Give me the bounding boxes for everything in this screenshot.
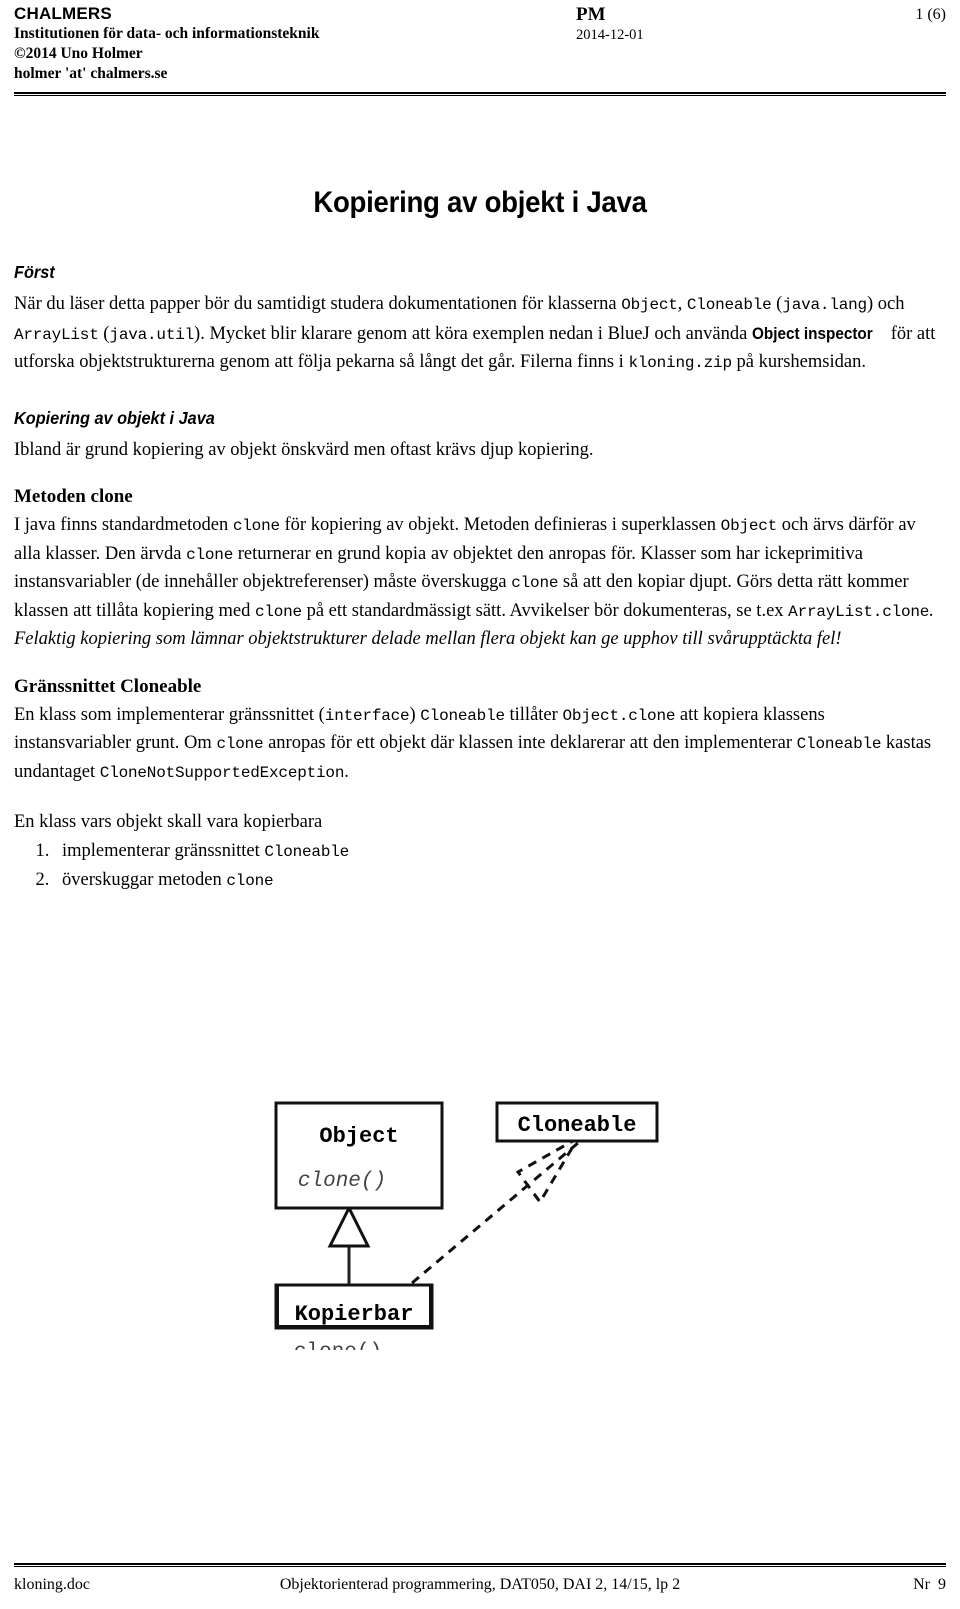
header-middle-block: PM 2014-12-01	[576, 4, 806, 45]
page-header: CHALMERS Institutionen för data- och inf…	[14, 4, 946, 90]
code-clonenotsupportedexception: CloneNotSupportedException	[99, 763, 345, 782]
text-run: En klass som implementerar gränssnittet …	[14, 704, 325, 725]
footer-divider	[14, 1563, 946, 1567]
document-body: Kopiering av objekt i Java Först När du …	[14, 186, 946, 895]
heading-metoden-clone: Metoden clone	[14, 486, 133, 507]
organization-name: CHALMERS	[14, 4, 112, 23]
text-run: på kurshemsidan.	[731, 352, 866, 372]
code-cloneable: Cloneable	[796, 735, 882, 753]
copyright-line: ©2014 Uno Holmer	[14, 45, 143, 62]
text-run: på ett standardmässigt sätt. Avvikelser …	[301, 600, 789, 621]
header-divider	[14, 92, 946, 96]
footer-filename: kloning.doc	[14, 1576, 90, 1593]
code-clone: clone	[511, 574, 559, 592]
text-run: överskuggar metoden	[62, 869, 227, 890]
object-class-method: clone()	[298, 1170, 386, 1193]
code-java-util: java.util	[109, 325, 195, 344]
header-left-block: CHALMERS Institutionen för data- och inf…	[14, 4, 554, 84]
page-title: Kopiering av objekt i Java	[313, 186, 647, 219]
text-run: för kopiering av objekt. Metoden definie…	[279, 515, 721, 535]
code-clone: clone	[226, 871, 274, 890]
text-run: .	[344, 761, 349, 782]
code-java-lang: java.lang	[782, 296, 867, 314]
paragraph-cloneable: En klass som implementerar gränssnittet …	[14, 702, 946, 788]
text-run: tillåter	[504, 704, 563, 725]
paragraph-kopiering: Ibland är grund kopiering av objekt önsk…	[14, 439, 594, 460]
code-arraylist: ArrayList	[14, 325, 99, 344]
code-interface: interface	[324, 706, 410, 725]
paragraph-forst: När du läser detta papper bör du samtidi…	[14, 291, 946, 378]
code-cloneable: Cloneable	[264, 842, 350, 861]
text-run: När du läser detta papper bör du samtidi…	[14, 294, 622, 314]
text-run: implementerar gränssnittet	[62, 840, 265, 861]
text-run: ). Mycket blir klarare genom att köra ex…	[194, 323, 752, 344]
kopierbar-class-method: clone()	[294, 1341, 382, 1350]
list-item: överskuggar metoden clone	[54, 866, 946, 895]
kopierbar-method-compartment	[276, 1285, 432, 1328]
footer-center-text: Objektorienterad programmering, DAT050, …	[279, 1576, 681, 1593]
code-clone: clone	[232, 517, 280, 535]
heading-forst: Först	[14, 262, 55, 282]
list-intro-kopierbara: En klass vars objekt skall vara kopierba…	[14, 812, 323, 832]
text-run: ,	[677, 294, 687, 314]
code-clone: clone	[186, 545, 234, 564]
list-item: implementerar gränssnittet Cloneable	[54, 837, 946, 866]
heading-kopiering: Kopiering av objekt i Java	[14, 407, 215, 428]
footer-number: Nr 9	[913, 1576, 946, 1593]
code-clone: clone	[216, 735, 264, 753]
requirements-list: implementerar gränssnittet Cloneable öve…	[14, 837, 946, 895]
paragraph-metoden-clone: I java finns standardmetoden clone för k…	[14, 512, 946, 654]
code-cloneable: Cloneable	[420, 706, 505, 725]
document-page: CHALMERS Institutionen för data- och inf…	[0, 0, 960, 1609]
author-email: holmer 'at' chalmers.se	[14, 65, 168, 82]
inheritance-arrowhead	[327, 1204, 371, 1248]
code-object-clone: Object.clone	[562, 706, 676, 725]
object-class-name: Object	[319, 1124, 398, 1149]
document-date: 2014-12-01	[576, 27, 644, 43]
code-object: Object	[720, 517, 778, 535]
code-cloneable: Cloneable	[686, 296, 772, 314]
cloneable-interface-name: Cloneable	[518, 1113, 637, 1138]
code-kloning-zip: kloning.zip	[628, 354, 732, 372]
text-run: (	[98, 323, 110, 344]
text-run: )	[409, 704, 421, 725]
code-object: Object	[621, 296, 678, 314]
text-run: (	[771, 294, 783, 314]
heading-granssnittet-cloneable: Gränssnittet Cloneable	[14, 675, 202, 697]
code-clone: clone	[254, 602, 302, 621]
text-run: ) och	[866, 294, 905, 314]
code-arraylist-clone: ArrayList.clone	[788, 602, 930, 621]
text-run: I java finns standardmetoden	[14, 515, 233, 535]
document-type: PM	[576, 4, 606, 25]
label-object-inspector: Object inspector	[751, 323, 873, 343]
department-name: Institutionen för data- och informations…	[14, 25, 320, 42]
text-run: anropas för ett objekt där klassen inte …	[263, 733, 797, 753]
page-number-indicator: 1 (6)	[915, 6, 946, 23]
